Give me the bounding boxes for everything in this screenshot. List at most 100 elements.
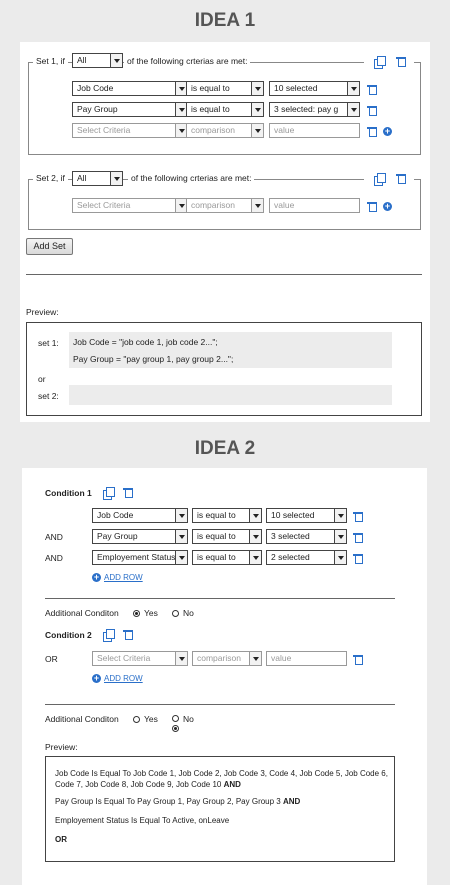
copy-icon[interactable]	[103, 629, 115, 642]
set1-row2-criteria-select[interactable]: Pay Group	[72, 102, 188, 117]
trash-icon[interactable]	[367, 202, 377, 212]
add-row-label: ADD ROW	[104, 674, 143, 683]
additional1-no-radio[interactable]	[172, 610, 179, 617]
preview-set1-line2: Pay Group = "pay group 1, pay group 2...…	[73, 354, 234, 364]
additional2-no-label: No	[183, 714, 194, 724]
trash-icon[interactable]	[353, 554, 363, 564]
chevron-down-icon	[175, 530, 187, 543]
chevron-down-icon	[347, 103, 359, 116]
preview-set1-line1: Job Code = "job code 1, job code 2...";	[73, 337, 218, 347]
set1-row2-comparison-select[interactable]: is equal to	[186, 102, 264, 117]
chevron-down-icon	[249, 509, 261, 522]
chevron-down-icon	[110, 54, 122, 67]
additional1-yes-label: Yes	[144, 608, 158, 618]
additional2-yes-label: Yes	[144, 714, 158, 724]
set1-quantifier-select[interactable]: All	[72, 53, 123, 68]
preview-and1: AND	[223, 780, 241, 789]
set2-new-value-input[interactable]: value	[269, 198, 360, 213]
cond1-row2-value-select[interactable]: 3 selected	[266, 529, 347, 544]
additional1-label: Additional Conditon	[45, 608, 119, 618]
additional2-yes-radio[interactable]	[133, 716, 140, 723]
trash-icon[interactable]	[367, 85, 377, 95]
preview-set1-content: Job Code = "job code 1, job code 2..."; …	[69, 332, 392, 368]
cond1-row2-connector: AND	[45, 532, 63, 542]
chevron-down-icon	[175, 509, 187, 522]
cond2-value-input[interactable]: value	[266, 651, 347, 666]
set1-new-value-input[interactable]: value	[269, 123, 360, 138]
set1-actions	[364, 55, 414, 69]
cond1-row3-comparison-select[interactable]: is equal to	[192, 550, 262, 565]
set2-new-comparison-select[interactable]: comparison	[186, 198, 264, 213]
trash-icon[interactable]	[123, 630, 133, 640]
chevron-down-icon	[251, 199, 263, 212]
set1-row1-criteria-select[interactable]: Job Code	[72, 81, 188, 96]
preview-set1-label: set 1:	[38, 338, 59, 348]
cond2-criteria-select[interactable]: Select Criteria	[92, 651, 188, 666]
trash-icon[interactable]	[367, 127, 377, 137]
cond1-row1-criteria-select[interactable]: Job Code	[92, 508, 188, 523]
divider	[45, 598, 395, 599]
idea1-preview-box: set 1: Job Code = "job code 1, job code …	[26, 322, 422, 416]
set2-quantifier-select[interactable]: All	[72, 171, 123, 186]
trash-icon[interactable]	[367, 106, 377, 116]
idea2-heading: IDEA 2	[194, 438, 256, 459]
cond1-add-row-link[interactable]: + ADD ROW	[92, 572, 152, 584]
chevron-down-icon	[251, 82, 263, 95]
trash-icon[interactable]	[123, 488, 133, 498]
additional2-no-radio[interactable]	[172, 715, 179, 722]
add-set-button[interactable]: Add Set	[26, 238, 73, 255]
cond1-row3-criteria-select[interactable]: Employement Status	[92, 550, 188, 565]
set1-prefix: Set 1, if	[33, 56, 68, 67]
cond2-add-row-link[interactable]: + ADD ROW	[92, 673, 152, 685]
chevron-down-icon	[175, 652, 187, 665]
preview-or: OR	[55, 835, 67, 844]
cond1-row2-comparison-select[interactable]: is equal to	[192, 529, 262, 544]
cond1-row1-comparison-select[interactable]: is equal to	[192, 508, 262, 523]
chevron-down-icon	[251, 124, 263, 137]
set2-suffix: of the following crterias are met:	[128, 173, 255, 184]
trash-icon[interactable]	[353, 655, 363, 665]
chevron-down-icon	[249, 652, 261, 665]
chevron-down-icon	[347, 82, 359, 95]
chevron-down-icon	[251, 103, 263, 116]
set1-row1-comparison-select[interactable]: is equal to	[186, 81, 264, 96]
preview-or-label: or	[38, 374, 46, 384]
preview-line1b: Code 7, Job Code 8, Job Code 9, Job Code…	[55, 780, 241, 789]
set1-row1-value-select[interactable]: 10 selected	[269, 81, 360, 96]
set2-new-criteria-select[interactable]: Select Criteria	[72, 198, 188, 213]
set2-prefix: Set 2, if	[33, 173, 68, 184]
additional1-yes-radio[interactable]	[133, 610, 140, 617]
add-icon[interactable]: +	[383, 202, 392, 211]
idea1-heading: IDEA 1	[194, 10, 256, 31]
chevron-down-icon	[334, 509, 346, 522]
trash-icon[interactable]	[396, 174, 406, 184]
preview-label: Preview:	[26, 307, 59, 317]
additional2-selected-radio[interactable]	[172, 725, 179, 732]
cond1-row3-value-select[interactable]: 2 selected	[266, 550, 347, 565]
chevron-down-icon	[334, 551, 346, 564]
preview-line2: Pay Group Is Equal To Pay Group 1, Pay G…	[55, 797, 301, 806]
trash-icon[interactable]	[396, 57, 406, 67]
trash-icon[interactable]	[353, 533, 363, 543]
trash-icon[interactable]	[353, 512, 363, 522]
set1-row2-value-select[interactable]: 3 selected: pay g	[269, 102, 360, 117]
idea2-preview-box: Job Code Is Equal To Job Code 1, Job Cod…	[45, 756, 395, 862]
cond1-row1-value-select[interactable]: 10 selected	[266, 508, 347, 523]
copy-icon[interactable]	[374, 173, 386, 186]
preview-set2-content	[69, 385, 392, 405]
idea1-panel: Set 1, if All of the following crterias …	[20, 42, 430, 422]
set1-new-criteria-select[interactable]: Select Criteria	[72, 123, 188, 138]
set1-new-comparison-select[interactable]: comparison	[186, 123, 264, 138]
idea2-preview-label: Preview:	[45, 742, 78, 752]
preview-line3: Employement Status Is Equal To Active, o…	[55, 816, 230, 825]
add-icon: +	[92, 673, 101, 683]
condition1-title: Condition 1	[45, 488, 92, 498]
additional2-label: Additional Conditon	[45, 714, 119, 724]
add-icon: +	[92, 572, 101, 582]
copy-icon[interactable]	[374, 56, 386, 69]
add-icon[interactable]: +	[383, 127, 392, 136]
copy-icon[interactable]	[103, 487, 115, 500]
cond1-row2-criteria-select[interactable]: Pay Group	[92, 529, 188, 544]
cond2-comparison-select[interactable]: comparison	[192, 651, 262, 666]
additional1-no-label: No	[183, 608, 194, 618]
